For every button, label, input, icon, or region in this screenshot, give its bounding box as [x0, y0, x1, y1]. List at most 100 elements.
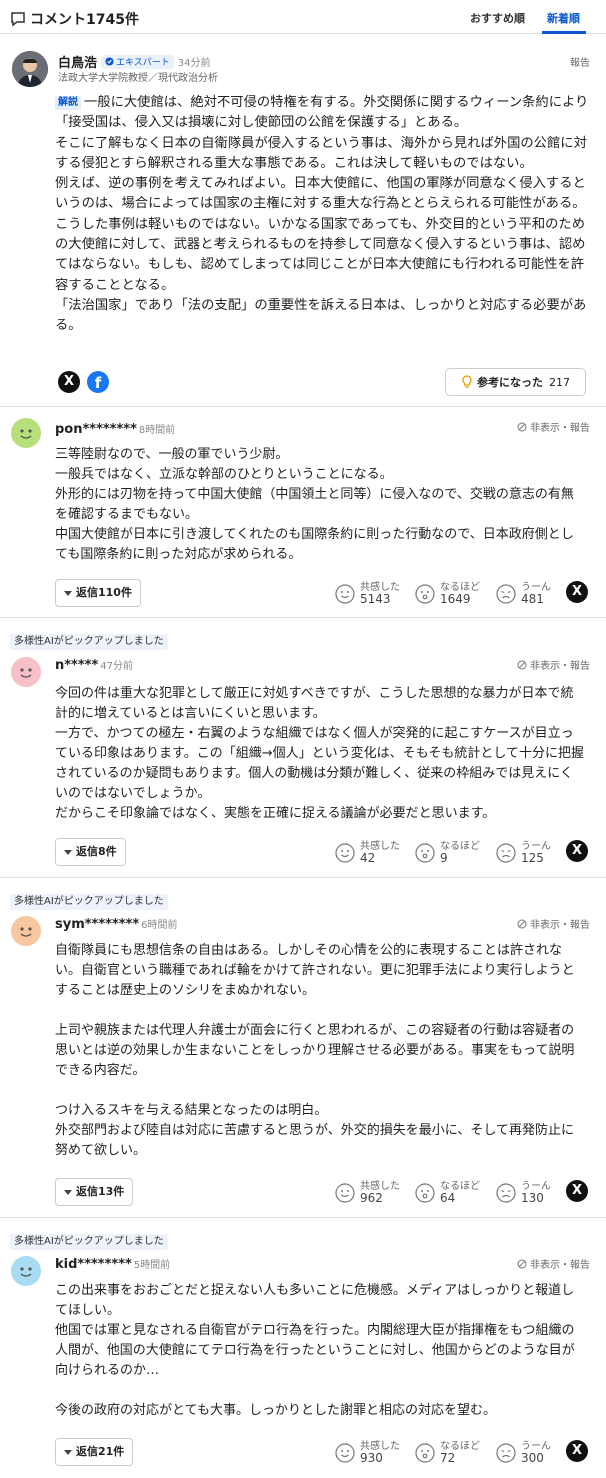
hide-report-control[interactable]: 非表示・報告	[517, 657, 590, 672]
hide-report-label[interactable]: 非表示・報告	[530, 657, 590, 672]
hmm-button[interactable]: うーん 481	[496, 578, 556, 608]
expert-title: 法政大学大学院教授／現代政治分析	[58, 73, 218, 84]
active-tab-indicator	[542, 31, 586, 34]
hide-icon	[517, 1259, 527, 1268]
hide-report-control[interactable]: 非表示・報告	[517, 916, 590, 931]
x-share-icon[interactable]: X	[566, 1180, 588, 1202]
reaction-label: 共感した	[360, 1181, 400, 1192]
comment-item: 多様性AIがピックアップしました kid******** 5時間前 非表示・報告 …	[0, 1226, 606, 1478]
x-share-icon[interactable]: X	[566, 840, 588, 862]
chevron-down-icon	[64, 1189, 72, 1195]
helpful-button[interactable]: 参考になった 217	[445, 368, 586, 396]
hmm-face-icon	[496, 1443, 516, 1463]
naruhodo-button[interactable]: なるほど 9	[415, 837, 487, 867]
helpful-label: 参考になった	[477, 376, 543, 389]
reaction-count: 64	[440, 1191, 456, 1205]
empathy-button[interactable]: 共感した 930	[335, 1437, 407, 1467]
chevron-down-icon	[64, 590, 72, 596]
chevron-down-icon	[64, 849, 72, 855]
comment-item: pon******** 8時間前 非表示・報告 三等陸尉なので、一般の軍でいう少尉…	[0, 408, 606, 618]
reply-toggle-button[interactable]: 返信110件	[55, 579, 141, 607]
reaction-label: うーん	[521, 582, 551, 593]
reply-toggle-button[interactable]: 返信8件	[55, 838, 126, 866]
comment-user[interactable]: sym******** 6時間前	[55, 916, 178, 932]
expert-comment-body: 解説 一般に大使館は、絶対不可侵の特権を有する。外交関係に関するウィーン条約により…	[55, 93, 590, 337]
comment-time: 8時間前	[138, 425, 176, 436]
reaction-label: 共感した	[360, 582, 400, 593]
expert-time: 34分前	[177, 58, 211, 69]
expert-badge-label: エキスパート	[116, 58, 170, 68]
reaction-label: うーん	[521, 1181, 551, 1192]
sort-newest-tab[interactable]: 新着順	[547, 10, 580, 26]
lightbulb-icon	[462, 375, 472, 388]
expert-comment: 白鳥浩 エキスパート 34分前 法政大学大学院教授／現代政治分析 報告 解説 一般…	[0, 35, 606, 407]
reaction-label: うーん	[521, 841, 551, 852]
hmm-face-icon	[496, 1183, 516, 1203]
surprised-face-icon	[415, 1443, 435, 1463]
facebook-share-icon[interactable]: f	[87, 371, 109, 393]
user-name[interactable]: n*****	[55, 658, 98, 673]
reply-toggle-button[interactable]: 返信21件	[55, 1438, 134, 1466]
ai-pickup-badge: 多様性AIがピックアップしました	[10, 1234, 168, 1250]
user-name[interactable]: kid********	[55, 1257, 132, 1272]
hide-report-label[interactable]: 非表示・報告	[530, 1256, 590, 1271]
empathy-button[interactable]: 共感した 962	[335, 1177, 407, 1207]
reply-count[interactable]: 返信13件	[76, 1179, 124, 1205]
comment-line: 上司や親族または代理人弁護士が面会に行くと思われるが、この容疑者の行動は容疑者の…	[55, 1023, 575, 1078]
naruhodo-button[interactable]: なるほど 64	[415, 1177, 487, 1207]
comment-body: 三等陸尉なので、一般の軍でいう少尉。 一般兵ではなく、立派な幹部のひとりというこ…	[55, 445, 585, 565]
hide-report-control[interactable]: 非表示・報告	[517, 1256, 590, 1271]
comment-line: 一方で、かつての極左・右翼のような組織ではなく個人が突発的に起こすケースが目立っ…	[55, 726, 584, 801]
surprised-face-icon	[415, 843, 435, 863]
naruhodo-button[interactable]: なるほど 72	[415, 1437, 487, 1467]
reaction-label: うーん	[521, 1441, 551, 1452]
empathy-face-icon	[335, 843, 355, 863]
naruhodo-button[interactable]: なるほど 1649	[415, 578, 487, 608]
comment-user[interactable]: kid******** 5時間前	[55, 1256, 170, 1272]
sort-recommended-tab[interactable]: おすすめ順	[470, 10, 525, 26]
reply-count[interactable]: 返信21件	[76, 1439, 124, 1465]
avatar	[11, 418, 41, 448]
reaction-count: 481	[521, 592, 544, 606]
ai-pickup-badge: 多様性AIがピックアップしました	[10, 634, 168, 650]
x-share-icon[interactable]: X	[566, 581, 588, 603]
hide-report-control[interactable]: 非表示・報告	[517, 419, 590, 434]
expert-avatar[interactable]	[12, 51, 48, 87]
x-share-icon[interactable]: X	[58, 371, 80, 393]
hmm-button[interactable]: うーん 130	[496, 1177, 556, 1207]
reaction-count: 1649	[440, 592, 471, 606]
comment-time: 6時間前	[141, 920, 178, 931]
reaction-count: 9	[440, 851, 448, 865]
reply-count[interactable]: 返信110件	[76, 580, 132, 606]
comment-user[interactable]: pon******** 8時間前	[55, 421, 175, 437]
expert-paragraph: 「法治国家」であり「法の支配」の重要性を訴える日本は、しっかりと対応する必要があ…	[55, 297, 587, 334]
comment-user[interactable]: n***** 47分前	[55, 657, 133, 673]
expert-paragraph: こうした事例は軽いものではない。いかなる国家であっても、外交目的という平和のため…	[55, 216, 586, 293]
user-name[interactable]: pon********	[55, 422, 137, 437]
hmm-button[interactable]: うーん 300	[496, 1437, 556, 1467]
hide-report-label[interactable]: 非表示・報告	[530, 916, 590, 931]
reply-toggle-button[interactable]: 返信13件	[55, 1178, 134, 1206]
comment-line: 一般兵ではなく、立派な幹部のひとりということになる。	[55, 467, 393, 482]
comment-time: 5時間前	[133, 1260, 171, 1271]
reaction-count: 42	[360, 851, 376, 865]
reaction-count: 130	[521, 1191, 544, 1205]
comment-line: つけ入るスキを与える結果となったのは明白。	[55, 1103, 328, 1118]
expert-paragraph: 例えば、逆の事例を考えてみればよい。日本大使館に、他国の軍隊が同意なく侵入すると…	[55, 176, 586, 212]
x-share-icon[interactable]: X	[566, 1440, 588, 1462]
reaction-label: なるほど	[440, 582, 480, 593]
empathy-face-icon	[335, 1443, 355, 1463]
empathy-button[interactable]: 共感した 42	[335, 837, 407, 867]
hmm-button[interactable]: うーん 125	[496, 837, 556, 867]
reply-count[interactable]: 返信8件	[76, 839, 117, 865]
expert-paragraph: 一般に大使館は、絶対不可侵の特権を有する。外交関係に関するウィーン条約により「接…	[55, 95, 589, 131]
comment-item: 多様性AIがピックアップしました sym******** 6時間前 非表示・報告 …	[0, 886, 606, 1218]
expert-report-link[interactable]: 報告	[570, 54, 590, 69]
comment-time: 47分前	[100, 661, 133, 672]
user-name[interactable]: sym********	[55, 917, 139, 932]
hide-report-label[interactable]: 非表示・報告	[530, 419, 590, 434]
comment-body: この出来事をおおごとだと捉えない人も多いことに危機感。メディアはしっかりと報道し…	[55, 1281, 585, 1421]
comment-line: 外交部門および陸自は対応に苦慮すると思うが、外交的損失を最小に、そして再発防止に…	[55, 1123, 574, 1158]
empathy-button[interactable]: 共感した 5143	[335, 578, 407, 608]
expert-paragraph: そこに了解もなく日本の自衛隊員が侵入するという事は、海外から見れば外国の公館に対…	[55, 135, 587, 171]
